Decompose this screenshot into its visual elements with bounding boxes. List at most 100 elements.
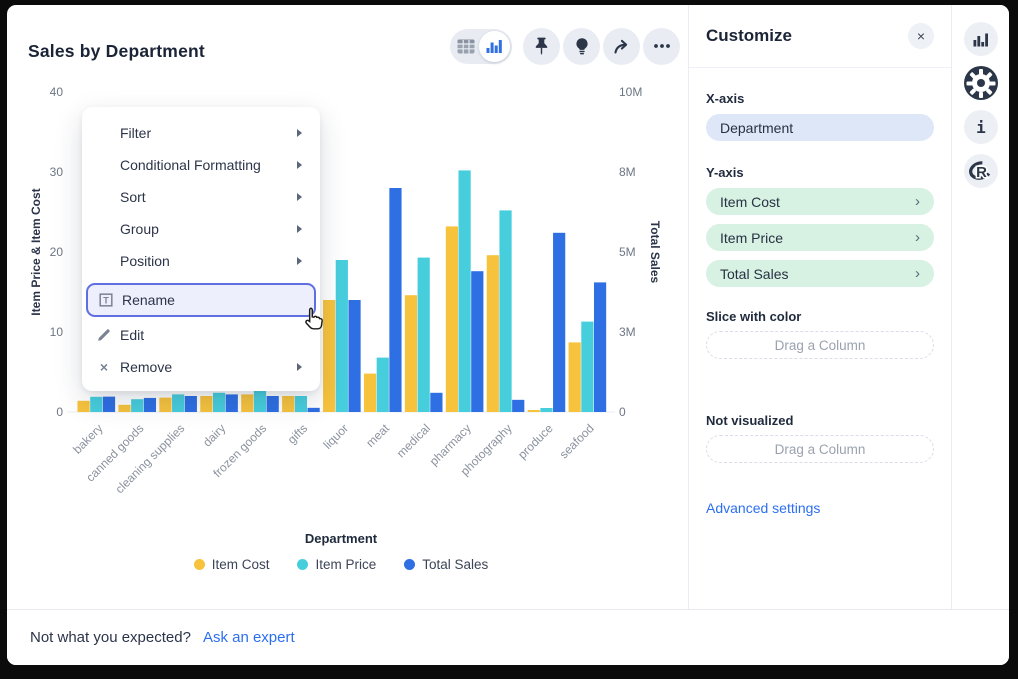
share-icon — [611, 36, 633, 56]
svg-text:20: 20 — [50, 245, 64, 259]
menu-item-filter[interactable]: Filter — [82, 117, 320, 149]
menu-item-label: Rename — [122, 292, 175, 308]
not-visualized-dropzone-label: Drag a Column — [775, 442, 866, 457]
remove-icon: × — [96, 359, 112, 375]
x-axis-pill-label: Department — [720, 120, 793, 136]
slice-with-color-label: Slice with color — [706, 309, 801, 324]
close-icon[interactable]: × — [908, 23, 934, 49]
legend-item-total-sales: Total Sales — [404, 557, 488, 572]
svg-text:10M: 10M — [619, 85, 642, 99]
info-button[interactable]: i — [964, 110, 998, 144]
chart-view-button[interactable] — [964, 22, 998, 56]
bar-chart-icon[interactable] — [479, 31, 510, 62]
legend-dot-icon — [194, 559, 205, 570]
menu-item-conditional-formatting[interactable]: Conditional Formatting — [82, 149, 320, 181]
svg-text:10: 10 — [50, 325, 64, 339]
svg-text:medical: medical — [394, 421, 433, 460]
submenu-caret-icon — [297, 129, 302, 137]
svg-text:30: 30 — [50, 165, 64, 179]
menu-item-remove[interactable]: × Remove — [82, 351, 320, 383]
y-axis-pill-label: Item Cost — [720, 194, 780, 210]
customize-title: Customize — [706, 26, 792, 46]
legend-label: Item Price — [315, 557, 376, 572]
rename-icon: T — [98, 292, 114, 308]
menu-item-edit[interactable]: Edit — [82, 319, 320, 351]
page-title: Sales by Department — [28, 41, 205, 62]
not-visualized-label: Not visualized — [706, 413, 793, 428]
legend-item-item-price: Item Price — [297, 557, 376, 572]
submenu-caret-icon — [297, 193, 302, 201]
ellipsis-icon — [651, 36, 673, 56]
x-axis-pill-department[interactable]: Department — [706, 114, 934, 141]
share-button[interactable] — [603, 28, 640, 65]
y-axis-pill-item-price[interactable]: Item Price› — [706, 224, 934, 251]
footer-question: Not what you expected? — [30, 629, 191, 646]
customize-header: Customize × — [689, 5, 951, 68]
x-axis-title: Department — [75, 531, 607, 546]
more-button[interactable] — [643, 28, 680, 65]
footer-bar: Not what you expected? Ask an expert — [7, 609, 1009, 665]
chevron-right-icon: › — [915, 266, 920, 281]
chevron-right-icon: › — [915, 230, 920, 245]
y-axis-pill-total-sales[interactable]: Total Sales › — [706, 260, 934, 287]
menu-item-group[interactable]: Group — [82, 213, 320, 245]
y-axis-pill-label: Total Sales — [720, 266, 788, 282]
submenu-caret-icon — [297, 257, 302, 265]
menu-item-rename[interactable]: T Rename — [86, 283, 316, 317]
menu-item-label: Remove — [120, 359, 172, 375]
svg-text:0: 0 — [56, 405, 63, 419]
svg-text:liquor: liquor — [320, 421, 351, 452]
svg-text:produce: produce — [515, 421, 556, 462]
customize-panel: Customize × X-axis Department Y-axis Ite… — [688, 5, 952, 609]
svg-text:Total Sales: Total Sales — [648, 221, 662, 284]
svg-text:bakery: bakery — [70, 421, 105, 456]
menu-item-label: Filter — [120, 125, 151, 141]
chevron-right-icon: › — [915, 194, 920, 209]
table-icon[interactable] — [457, 39, 475, 54]
svg-text:3M: 3M — [619, 325, 636, 339]
menu-item-label: Position — [120, 253, 170, 269]
legend-label: Total Sales — [422, 557, 488, 572]
svg-text:0: 0 — [619, 405, 626, 419]
legend-dot-icon — [404, 559, 415, 570]
menu-item-label: Group — [120, 221, 159, 237]
svg-text:T: T — [103, 295, 109, 305]
r-logo-button[interactable]: R — [964, 154, 998, 188]
screenshot-frame: Sales by Department 40302010010M8M5M3M0I… — [0, 0, 1018, 679]
r-logo-icon: R — [964, 154, 998, 188]
slice-dropzone[interactable]: Drag a Column — [706, 331, 934, 359]
pin-button[interactable] — [523, 28, 560, 65]
app-window: Sales by Department 40302010010M8M5M3M0I… — [7, 5, 1009, 665]
y-axis-label: Y-axis — [706, 165, 744, 180]
chart-legend: Department Item Cost Item Price Total Sale… — [75, 531, 607, 572]
svg-text:meat: meat — [363, 421, 392, 450]
svg-text:seafood: seafood — [557, 421, 597, 461]
y-axis-pills: Item Cost›Item Price›Total Sales› — [689, 188, 951, 296]
submenu-caret-icon — [297, 363, 302, 371]
svg-text:dairy: dairy — [200, 421, 228, 449]
bar-chart-icon — [973, 32, 989, 47]
slice-dropzone-label: Drag a Column — [775, 338, 866, 353]
legend-item-item-cost: Item Cost — [194, 557, 270, 572]
pin-icon — [532, 36, 551, 56]
menu-item-label: Conditional Formatting — [120, 157, 261, 173]
menu-item-label: Sort — [120, 189, 146, 205]
svg-text:gifts: gifts — [285, 421, 310, 446]
menu-item-sort[interactable]: Sort — [82, 181, 320, 213]
menu-item-position[interactable]: Position — [82, 245, 320, 277]
toolbar — [450, 27, 680, 65]
legend-label: Item Cost — [212, 557, 270, 572]
info-icon: i — [976, 118, 986, 137]
svg-text:Item Price & Item Cost: Item Price & Item Cost — [29, 188, 43, 315]
svg-text:cleaning supplies: cleaning supplies — [112, 421, 187, 496]
y-axis-pill-item-cost[interactable]: Item Cost › — [706, 188, 934, 215]
svg-text:5M: 5M — [619, 245, 636, 259]
advanced-settings-link[interactable]: Advanced settings — [706, 500, 820, 516]
view-toggle[interactable] — [450, 29, 512, 64]
ask-an-expert-link[interactable]: Ask an expert — [203, 629, 295, 646]
gear-icon[interactable] — [964, 66, 998, 100]
edit-icon — [96, 327, 112, 343]
legend-dot-icon — [297, 559, 308, 570]
insights-button[interactable] — [563, 28, 600, 65]
not-visualized-dropzone[interactable]: Drag a Column — [706, 435, 934, 463]
